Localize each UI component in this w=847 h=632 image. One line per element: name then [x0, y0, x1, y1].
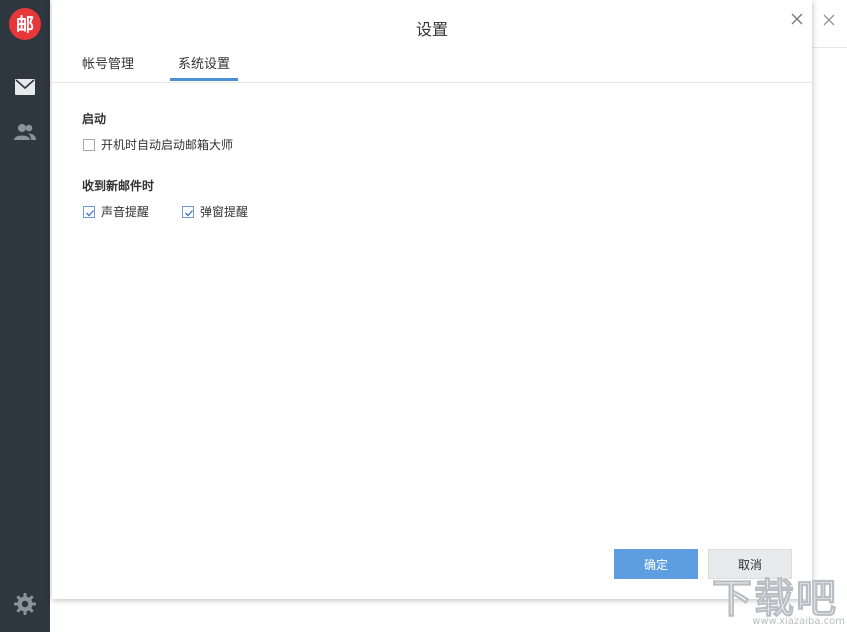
divider	[812, 47, 847, 48]
tab-system-settings[interactable]: 系统设置	[170, 53, 238, 81]
checkmark-icon	[84, 207, 96, 219]
popup-alert-checkbox-row[interactable]: 弹窗提醒	[182, 203, 248, 220]
cancel-button[interactable]: 取消	[708, 549, 792, 579]
autostart-checkbox[interactable]	[83, 139, 95, 151]
autostart-label: 开机时自动启动邮箱大师	[101, 136, 233, 153]
mail-icon[interactable]	[13, 75, 37, 99]
app-logo: 邮	[9, 8, 41, 40]
autostart-checkbox-row[interactable]: 开机时自动启动邮箱大师	[83, 136, 233, 153]
checkmark-icon	[183, 207, 195, 219]
gear-icon[interactable]	[13, 592, 37, 616]
active-tab-indicator	[170, 78, 238, 81]
section-title-new-mail: 收到新邮件时	[82, 177, 154, 194]
settings-dialog: 设置 帐号管理 系统设置 启动 开机时自动启动邮箱大师 收到新邮件时 声音提醒 …	[52, 0, 812, 599]
dialog-title: 设置	[52, 16, 812, 40]
contacts-icon[interactable]	[13, 120, 37, 144]
sound-alert-checkbox[interactable]	[83, 206, 95, 218]
section-title-startup: 启动	[82, 110, 106, 127]
close-icon[interactable]	[790, 11, 804, 25]
popup-alert-label: 弹窗提醒	[200, 203, 248, 220]
sound-alert-checkbox-row[interactable]: 声音提醒	[83, 203, 149, 220]
sound-alert-label: 声音提醒	[101, 203, 149, 220]
window-close-icon[interactable]	[821, 12, 837, 28]
ok-button[interactable]: 确定	[614, 549, 698, 579]
popup-alert-checkbox[interactable]	[182, 206, 194, 218]
tab-bar: 帐号管理 系统设置	[52, 48, 812, 83]
sidebar: 邮	[0, 0, 50, 632]
tab-account-management[interactable]: 帐号管理	[82, 53, 134, 81]
